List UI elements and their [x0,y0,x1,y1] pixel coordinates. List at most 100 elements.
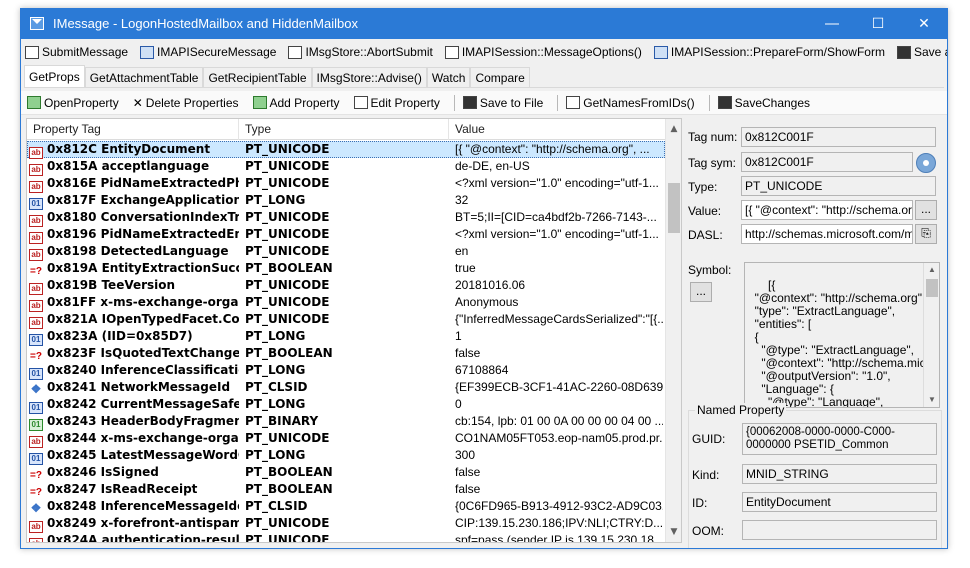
table-row[interactable]: 010x8243 HeaderBodyFragment... PT_BINARY c… [27,413,665,431]
tab-advise[interactable]: IMsgStore::Advise() [311,67,427,87]
save-to-file-button[interactable]: Save to File [462,96,543,110]
scroll-thumb[interactable] [926,279,938,297]
submit-message-button[interactable]: SubmitMessage [25,45,128,59]
table-row[interactable]: =? 0x8246 IsSigned PT_BOOLEAN false [27,464,665,481]
table-row[interactable]: ❖ 0x8241 NetworkMessageId PT_CLSID {EF399EC… [27,379,665,396]
maximize-button[interactable]: ☐ [855,9,901,39]
help-icon[interactable] [916,153,936,173]
property-tag-cell: ab0x8249 x-forefront-antispam-... [29,515,239,533]
type-field[interactable]: PT_UNICODE [741,176,936,196]
table-row[interactable]: 01 0x8240 InferenceClassificatio... PT_LON… [27,362,665,380]
abort-submit-button[interactable]: IMsgStore::AbortSubmit [288,45,433,59]
symbol-scrollbar[interactable]: ▲ ▼ [923,263,939,407]
property-tag-cell: 010x8245 LatestMessageWordC... [29,447,239,465]
property-value-cell: false [455,482,481,496]
table-row[interactable]: ab0x8244 x-ms-exchange-organ... PT_UNICOD… [27,430,665,448]
tab-getrecipienttable[interactable]: GetRecipientTable [203,67,312,87]
guid-field[interactable]: {00062008-0000-0000-C000-0000000 PSETID_… [742,423,937,455]
symbol-textbox[interactable]: [{ "@context": "http://schema.org", "typ… [744,262,940,408]
table-row[interactable]: ab 0x8198 DetectedLanguage PT_UNICODE en [27,243,665,261]
table-row[interactable]: 01 0x817F ExchangeApplicationFl PT_LONG 32 [27,192,665,210]
tag-num-label: Tag num: [688,130,738,144]
names-icon [566,96,581,109]
tab-getattachmenttable[interactable]: GetAttachmentTable [84,67,204,87]
scroll-down-icon[interactable]: ▼ [666,524,681,540]
save-as-msg-button[interactable]: Save as MSG file [896,45,947,59]
table-row[interactable]: ab 0x821A IOpenTypedFacet.Co... PT_UNICODE… [27,311,665,329]
table-row[interactable]: 010x8245 LatestMessageWordC... PT_LONG 300 [27,447,665,465]
value-ellipsis-button[interactable]: ... [915,200,937,220]
property-tag-cell: ab0x8244 x-ms-exchange-organ... [29,430,239,448]
kind-field[interactable]: MNID_STRING [742,464,937,484]
edit-property-button[interactable]: Edit Property [353,96,440,110]
table-row[interactable]: =?0x819A EntityExtractionSuccessPT_BOOLE… [27,260,665,277]
clsid-type-icon: ❖ [30,501,42,515]
column-header-type[interactable]: Type [239,119,449,140]
property-tag-text: 0x819B TeeVersion [47,278,176,292]
table-row[interactable]: ab0x8249 x-forefront-antispam-... PT_UNIC… [27,515,665,533]
property-type-cell: PT_UNICODE [245,516,330,530]
column-header-value[interactable]: Value [449,119,665,140]
property-tag-text: 0x8248 InferenceMessageIde... [47,499,239,513]
property-tag-cell: 01 0x8240 InferenceClassificatio... [29,362,239,380]
tag-num-field[interactable]: 0x812C001F [741,127,936,147]
value-field[interactable]: [{ "@context": "http://schema.org", [741,200,913,220]
id-field[interactable]: EntityDocument [742,492,937,512]
property-type-cell: PT_UNICODE [245,176,330,190]
symbol-ellipsis-button[interactable]: ... [690,282,712,302]
property-value-cell: <?xml version="1.0" encoding="utf-1... [455,176,659,190]
secure-message-button[interactable]: IMAPISecureMessage [140,45,276,59]
save-changes-button[interactable]: SaveChanges [717,96,810,110]
envelope-app-icon [30,17,44,30]
property-tag-cell: ab 0x815A acceptlanguage [29,158,239,176]
minimize-button[interactable]: ― [809,9,855,39]
property-details-panel: Tag num: 0x812C001F Tag sym: 0x812C001F … [684,118,947,548]
table-row[interactable]: ab0x81FF x-ms-exchange-organi... PT_UNICO… [27,294,665,312]
property-grid[interactable]: Property Tag Type Value ab 0x812C EntityD… [26,118,682,543]
tab-watch[interactable]: Watch [426,67,471,87]
close-button[interactable]: ✕ [901,9,947,39]
property-tag-text: 0x8240 InferenceClassificatio... [47,363,239,377]
table-row[interactable]: =? 0x823F IsQuotedTextChanged PT_BOOLEAN fa… [27,345,665,362]
scroll-down-icon[interactable]: ▼ [924,393,939,407]
message-options-button[interactable]: IMAPISession::MessageOptions() [444,45,642,59]
property-tag-text: 0x823F IsQuotedTextChanged [47,346,239,360]
scroll-up-icon[interactable]: ▲ [666,121,681,137]
title-bar[interactable]: IMessage - LogonHostedMailbox and Hidden… [21,9,947,39]
table-row[interactable]: ab0x8180 ConversationIndexTra... PT_UNICO… [27,209,665,227]
property-tag-text: 0x8243 HeaderBodyFragment... [47,414,239,428]
tag-sym-field[interactable]: 0x812C001F [741,152,913,172]
property-tag-text: 0x8196 PidNameExtractedEma [47,227,239,241]
get-names-from-ids-button[interactable]: GetNamesFromIDs() [566,96,695,110]
property-value-cell: Anonymous [455,295,519,309]
prepare-form-button[interactable]: IMAPISession::PrepareForm/ShowForm [653,45,885,59]
property-tag-text: 0x8246 IsSigned [47,465,159,479]
copy-icon[interactable]: ⎘ [915,224,937,244]
table-row[interactable]: ab 0x8196 PidNameExtractedEma PT_UNICODE <?… [27,226,665,244]
column-header-property-tag[interactable]: Property Tag [27,119,239,140]
delete-properties-button[interactable]: ✕ Delete Properties [133,96,239,110]
scroll-thumb[interactable] [668,183,680,233]
table-row[interactable]: 010x8242 CurrentMessageSafet... PT_LONG 0 [27,396,665,414]
dasl-field[interactable]: http://schemas.microsoft.com/mapi/string… [741,224,913,244]
table-row[interactable]: 01 0x823A (IID=0x85D7) PT_LONG 1 [27,328,665,346]
open-property-button[interactable]: OpenProperty [27,96,119,110]
imessage-window: IMessage - LogonHostedMailbox and Hidden… [20,8,948,549]
property-type-cell: PT_BINARY [245,414,319,428]
grid-scrollbar[interactable]: ▲ ▼ [665,119,681,542]
oom-field[interactable] [742,520,937,540]
submit-icon [25,45,39,59]
table-row[interactable]: ab 0x815A acceptlanguage PT_UNICODE de-DE, … [27,158,665,176]
property-type-cell: PT_UNICODE [245,159,330,173]
table-row[interactable]: ab 0x816E PidNameExtractedPho PT_UNICODE <?… [27,175,665,193]
table-row[interactable]: =? 0x8247 IsReadReceipt PT_BOOLEAN false [27,481,665,498]
tab-getprops[interactable]: GetProps [24,65,85,87]
table-row[interactable]: ab 0x824A authentication-results PT_UNICOD… [27,532,665,542]
tab-compare[interactable]: Compare [470,67,530,87]
property-value-cell: false [455,465,481,479]
table-row[interactable]: ab 0x812C EntityDocument PT_UNICODE [{ "@co… [27,141,665,159]
table-row[interactable]: ❖ 0x8248 InferenceMessageIde... PT_CLSID {0… [27,498,665,515]
table-row[interactable]: ab 0x819B TeeVersion PT_UNICODE 20181016.06 [27,277,665,295]
scroll-up-icon[interactable]: ▲ [924,263,939,277]
add-property-button[interactable]: Add Property [252,96,340,110]
